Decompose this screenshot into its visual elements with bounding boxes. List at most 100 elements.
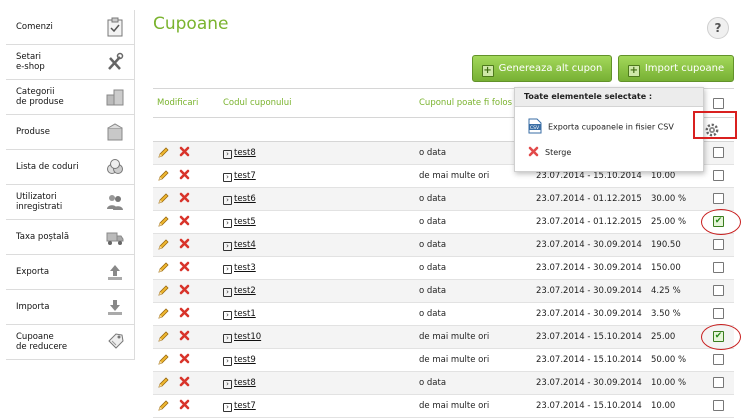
sidebar-item-8[interactable]: Importa — [6, 290, 134, 325]
edit-pencil-icon[interactable] — [157, 169, 170, 182]
usage-cell: de mai multe ori — [419, 332, 490, 342]
sidebar-item-5[interactable]: Utilizatori inregistrati — [6, 185, 134, 220]
delete-x-icon[interactable] — [179, 238, 190, 249]
row-checkbox[interactable] — [713, 354, 724, 365]
sidebar-item-0[interactable]: Comenzi — [6, 10, 134, 45]
sidebar-item-label: Taxa poștală — [16, 232, 70, 242]
coupon-code-link[interactable]: test5 — [234, 217, 256, 227]
coupon-code-link[interactable]: test2 — [234, 286, 256, 296]
coupon-code-link[interactable]: test6 — [234, 194, 256, 204]
coupon-code-link[interactable]: test3 — [234, 263, 256, 273]
coupon-code-link[interactable]: test9 — [234, 355, 256, 365]
validity-period-cell: 23.07.2014 - 15.10.2014 — [536, 171, 642, 181]
value-cell: 10.00 % — [651, 378, 687, 388]
sidebar-item-7[interactable]: Exporta — [6, 255, 134, 290]
validity-period-cell: 23.07.2014 - 01.12.2015 — [536, 194, 642, 204]
validity-period-cell: 23.07.2014 - 30.09.2014 — [536, 378, 642, 388]
row-checkbox[interactable] — [713, 239, 724, 250]
delete-x-icon[interactable] — [179, 284, 190, 295]
edit-pencil-icon[interactable] — [157, 353, 170, 366]
sidebar-item-9[interactable]: Cupoane de reducere — [6, 325, 134, 360]
edit-pencil-icon[interactable] — [157, 284, 170, 297]
coupon-code-link[interactable]: test7 — [234, 171, 256, 181]
coupon-code-link[interactable]: test4 — [234, 240, 256, 250]
coupon-code-cell: › test7 — [223, 171, 256, 182]
select-all-checkbox[interactable] — [713, 98, 724, 109]
edit-pencil-icon[interactable] — [157, 376, 170, 389]
usage-cell: de mai multe ori — [419, 355, 490, 365]
page-title: Cupoane — [153, 14, 229, 34]
sidebar-item-4[interactable]: Lista de coduri — [6, 150, 134, 185]
validity-period-cell: 23.07.2014 - 30.09.2014 — [536, 240, 642, 250]
delete-x-icon[interactable] — [179, 399, 190, 410]
table-row: › test3 o data 23.07.2014 - 30.09.2014 150.0… — [153, 257, 734, 280]
col-header-usage[interactable]: Cuponul poate fi folos — [419, 98, 512, 108]
coupon-code-link[interactable]: test7 — [234, 401, 256, 411]
edit-pencil-icon[interactable] — [157, 238, 170, 251]
users-icon — [106, 192, 124, 212]
row-checkbox[interactable] — [713, 400, 724, 411]
csv-file-icon: CSV — [528, 118, 542, 136]
delete-x-icon[interactable] — [179, 376, 190, 387]
arrow-right-icon: › — [223, 334, 232, 343]
edit-pencil-icon[interactable] — [157, 307, 170, 320]
sidebar-item-1[interactable]: Setari e-shop — [6, 45, 134, 80]
import-coupons-button[interactable]: + Import cupoane — [618, 55, 734, 82]
arrow-right-icon: › — [223, 380, 232, 389]
sidebar-item-2[interactable]: Categorii de produse — [6, 80, 134, 115]
coupon-code-link[interactable]: test8 — [234, 148, 256, 158]
delete-x-icon[interactable] — [179, 146, 190, 157]
value-cell: 25.00 % — [651, 217, 687, 227]
sidebar-item-label: Setari e-shop — [16, 52, 45, 72]
value-cell: 30.00 % — [651, 194, 687, 204]
delete-item[interactable]: Sterge — [528, 146, 571, 159]
edit-pencil-icon[interactable] — [157, 330, 170, 343]
generate-coupon-button[interactable]: + Genereaza alt cupon — [472, 55, 612, 82]
coupon-code-link[interactable]: test8 — [234, 378, 256, 388]
edit-pencil-icon[interactable] — [157, 146, 170, 159]
annotation-highlight-box — [693, 111, 737, 139]
row-checkbox[interactable] — [713, 193, 724, 204]
row-checkbox[interactable] — [713, 170, 724, 181]
delete-x-icon[interactable] — [179, 330, 190, 341]
coupon-code-link[interactable]: test10 — [234, 332, 261, 342]
delete-x-icon[interactable] — [179, 215, 190, 226]
delete-x-icon[interactable] — [179, 169, 190, 180]
coupon-code-cell: › test10 — [223, 332, 261, 343]
row-checkbox[interactable] — [713, 262, 724, 273]
sidebar-item-label: Cupoane de reducere — [16, 332, 68, 352]
coupon-code-cell: › test8 — [223, 378, 256, 389]
row-checkbox[interactable] — [713, 147, 724, 158]
usage-cell: o data — [419, 286, 447, 296]
edit-pencil-icon[interactable] — [157, 215, 170, 228]
value-cell: 150.00 — [651, 263, 681, 273]
cart-icon — [106, 227, 124, 247]
arrow-right-icon: › — [223, 219, 232, 228]
col-header-name[interactable]: Codul cuponului — [223, 98, 292, 108]
coupon-code-link[interactable]: test1 — [234, 309, 256, 319]
arrow-right-icon: › — [223, 242, 232, 251]
help-button[interactable]: ? — [707, 17, 729, 39]
row-checkbox[interactable] — [713, 377, 724, 388]
sidebar-item-label: Importa — [16, 302, 50, 312]
row-checkbox[interactable] — [713, 308, 724, 319]
sidebar-item-6[interactable]: Taxa poștală — [6, 220, 134, 255]
sidebar-item-label: Comenzi — [16, 22, 53, 32]
delete-x-icon[interactable] — [179, 192, 190, 203]
validity-period-cell: 23.07.2014 - 01.12.2015 — [536, 217, 642, 227]
delete-x-icon[interactable] — [179, 353, 190, 364]
usage-cell: o data — [419, 240, 447, 250]
annotation-ellipse — [701, 324, 741, 350]
edit-pencil-icon[interactable] — [157, 192, 170, 205]
row-checkbox[interactable] — [713, 285, 724, 296]
delete-label: Sterge — [545, 148, 572, 157]
box-icon — [106, 122, 124, 142]
export-csv-item[interactable]: CSV Exporta cupoanele in fisier CSV — [528, 118, 674, 136]
sidebar-item-3[interactable]: Produse — [6, 115, 134, 150]
edit-pencil-icon[interactable] — [157, 261, 170, 274]
coupon-tag-icon — [106, 332, 124, 352]
edit-pencil-icon[interactable] — [157, 399, 170, 412]
coupon-code-cell: › test3 — [223, 263, 256, 274]
delete-x-icon[interactable] — [179, 307, 190, 318]
delete-x-icon[interactable] — [179, 261, 190, 272]
